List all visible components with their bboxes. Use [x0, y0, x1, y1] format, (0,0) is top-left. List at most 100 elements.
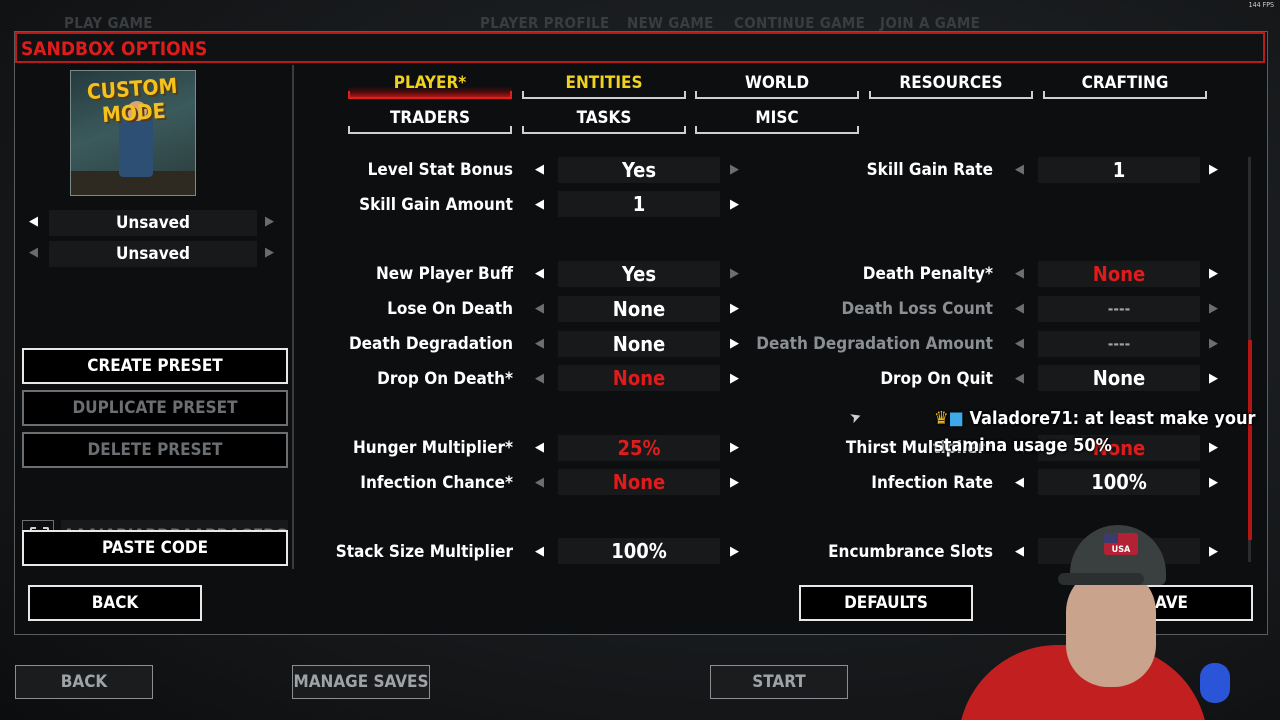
tab-entities[interactable]: ENTITIES	[522, 71, 686, 99]
preset-sidebar: CUSTOM MODE ◀ Unsaved ▶ ◀ Unsaved ▶ CREA…	[15, 65, 294, 569]
option-label: New Player Buff	[375, 264, 513, 284]
manage-saves-button[interactable]: MANAGE SAVES	[292, 665, 430, 699]
arrow-right-icon[interactable]: ▶	[1209, 162, 1218, 177]
arrow-left-icon[interactable]: ◀	[29, 245, 38, 260]
option-label: Death Degradation	[348, 334, 513, 354]
option-value: Yes	[558, 157, 720, 183]
arrow-right-icon[interactable]: ▶	[1209, 371, 1218, 386]
arrow-left-icon[interactable]: ◀	[535, 371, 544, 386]
arrow-right-icon[interactable]: ▶	[1209, 336, 1218, 351]
arrow-right-icon[interactable]: ▶	[730, 475, 739, 490]
option-value: 1	[1038, 157, 1200, 183]
tab-crafting[interactable]: CRAFTING	[1043, 71, 1207, 99]
preset-selector-1: ◀ Unsaved ▶	[21, 210, 283, 238]
option-value: None	[558, 331, 720, 357]
option-value: Yes	[558, 261, 720, 287]
delete-preset-button[interactable]: DELETE PRESET	[22, 432, 288, 468]
arrow-left-icon[interactable]: ◀	[1015, 475, 1024, 490]
option-value: None	[558, 469, 720, 495]
option-label: Drop On Quit	[880, 369, 993, 389]
option-label: Skill Gain Amount	[359, 195, 513, 215]
option-value: ----	[1038, 331, 1200, 357]
arrow-left-icon[interactable]: ◀	[1015, 336, 1024, 351]
arrow-right-icon[interactable]: ▶	[730, 440, 739, 455]
option-value: 100%	[1038, 469, 1200, 495]
option-label: Infection Chance*	[360, 473, 513, 493]
duplicate-preset-button[interactable]: DUPLICATE PRESET	[22, 390, 288, 426]
arrow-right-icon[interactable]: ▶	[1209, 266, 1218, 281]
arrow-right-icon[interactable]: ▶	[265, 214, 274, 229]
fps-counter: 144 FPS	[1248, 1, 1274, 9]
arrow-left-icon[interactable]: ◀	[535, 197, 544, 212]
option-value: 1	[558, 191, 720, 217]
panel-title: SANDBOX OPTIONS	[21, 38, 208, 60]
back-button[interactable]: BACK	[28, 585, 202, 621]
option-value: ----	[1038, 296, 1200, 322]
create-preset-button[interactable]: CREATE PRESET	[22, 348, 288, 384]
arrow-right-icon[interactable]: ▶	[1209, 440, 1218, 455]
option-value: None	[558, 296, 720, 322]
arrow-right-icon[interactable]: ▶	[730, 301, 739, 316]
arrow-right-icon[interactable]: ▶	[730, 162, 739, 177]
usa-flag-icon: USA	[1104, 533, 1138, 555]
nav-new-game[interactable]: NEW GAME	[627, 14, 714, 32]
tab-tasks[interactable]: TASKS	[522, 106, 686, 134]
webcam-overlay: USA	[958, 515, 1280, 720]
arrow-left-icon[interactable]: ◀	[535, 440, 544, 455]
start-button[interactable]: START	[710, 665, 848, 699]
option-label: Death Degradation Amount	[756, 334, 993, 354]
arrow-right-icon[interactable]: ▶	[265, 245, 274, 260]
option-label: Skill Gain Rate	[866, 160, 993, 180]
nav-play-game[interactable]: PLAY GAME	[64, 14, 153, 32]
option-value: 25%	[558, 435, 720, 461]
tab-resources[interactable]: RESOURCES	[869, 71, 1033, 99]
option-label: Hunger Multiplier*	[352, 438, 513, 458]
arrow-right-icon[interactable]: ▶	[730, 266, 739, 281]
arrow-left-icon[interactable]: ◀	[535, 162, 544, 177]
tab-misc[interactable]: MISC	[695, 106, 859, 134]
option-value: None	[1038, 261, 1200, 287]
defaults-button[interactable]: DEFAULTS	[799, 585, 973, 621]
paste-code-button[interactable]: PASTE CODE	[22, 530, 288, 566]
chat-username: Valadore71:	[969, 408, 1080, 429]
arrow-left-icon[interactable]: ◀	[1015, 266, 1024, 281]
arrow-right-icon[interactable]: ▶	[1209, 475, 1218, 490]
option-label: Lose On Death	[387, 299, 513, 319]
arrow-left-icon[interactable]: ◀	[535, 544, 544, 559]
arrow-right-icon[interactable]: ▶	[730, 197, 739, 212]
nav-join-game[interactable]: JOIN A GAME	[880, 14, 980, 32]
arrow-right-icon[interactable]: ▶	[1209, 301, 1218, 316]
logo-text: CUSTOM MODE	[86, 73, 179, 128]
arrow-left-icon[interactable]: ◀	[29, 214, 38, 229]
chat-message-line2: stamina usage 50%	[934, 435, 1112, 456]
arrow-right-icon[interactable]: ▶	[730, 544, 739, 559]
tab-world[interactable]: WORLD	[695, 71, 859, 99]
options-scrollbar-thumb[interactable]	[1248, 340, 1252, 540]
arrow-left-icon[interactable]: ◀	[535, 266, 544, 281]
arrow-left-icon[interactable]: ◀	[535, 475, 544, 490]
preset-selector-2: ◀ Unsaved ▶	[21, 241, 283, 269]
crown-icon: ♛	[934, 408, 949, 429]
arrow-left-icon[interactable]: ◀	[535, 336, 544, 351]
nav-continue-game[interactable]: CONTINUE GAME	[734, 14, 865, 32]
option-label: Level Stat Bonus	[367, 160, 513, 180]
arrow-left-icon[interactable]: ◀	[535, 301, 544, 316]
option-label: Death Penalty*	[862, 264, 993, 284]
option-label: Death Loss Count	[841, 299, 993, 319]
option-value: None	[558, 365, 720, 391]
tab-traders[interactable]: TRADERS	[348, 106, 512, 134]
arrow-left-icon[interactable]: ◀	[1015, 371, 1024, 386]
stream-chat-overlay: ♛■ Valadore71: at least make your stamin…	[934, 408, 1255, 456]
tab-player[interactable]: PLAYER*	[348, 71, 512, 99]
option-label: Drop On Death*	[377, 369, 513, 389]
arrow-right-icon[interactable]: ▶	[730, 371, 739, 386]
footer-back-button[interactable]: BACK	[15, 665, 153, 699]
arrow-left-icon[interactable]: ◀	[1015, 162, 1024, 177]
option-label: Infection Rate	[871, 473, 993, 493]
arrow-right-icon[interactable]: ▶	[730, 336, 739, 351]
cube-icon: ■	[948, 408, 964, 429]
custom-mode-logo: CUSTOM MODE	[70, 70, 196, 196]
panel-header: SANDBOX OPTIONS	[15, 32, 1265, 63]
arrow-left-icon[interactable]: ◀	[1015, 301, 1024, 316]
nav-player-profile[interactable]: PLAYER PROFILE	[480, 14, 610, 32]
